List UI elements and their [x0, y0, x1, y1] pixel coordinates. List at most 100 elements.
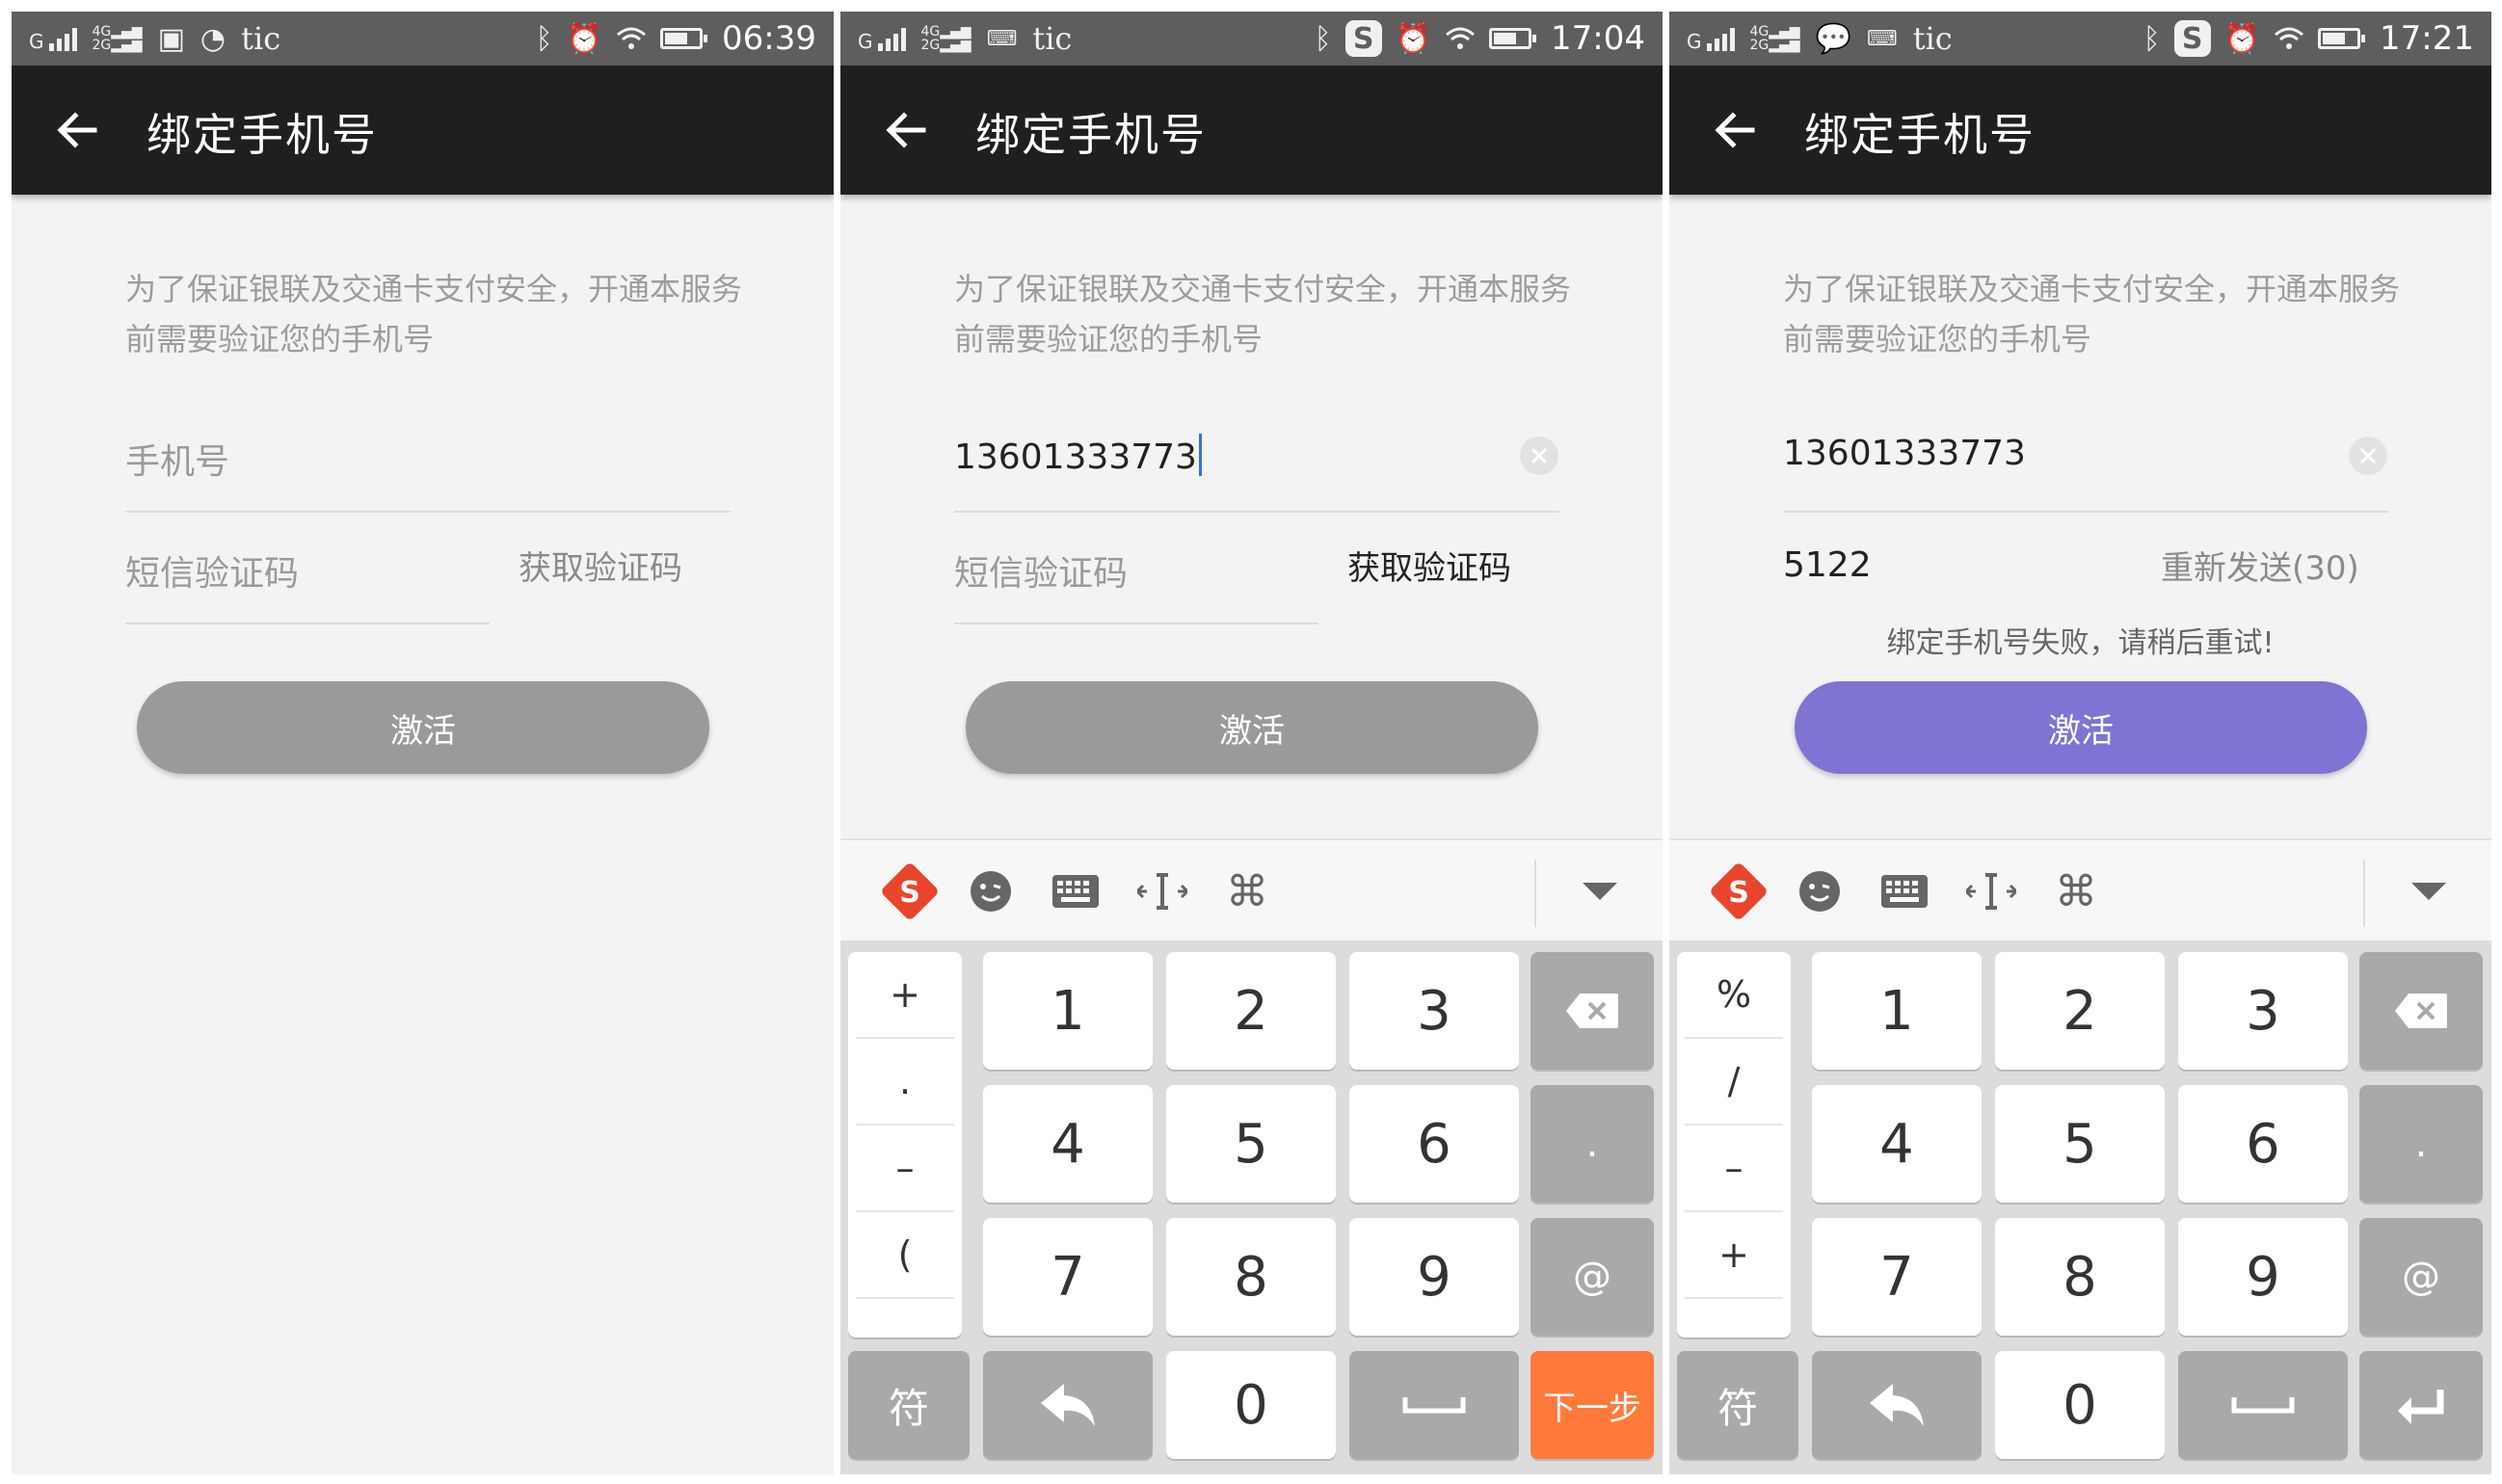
- signal-icon: G: [858, 26, 906, 51]
- back-arrow-icon[interactable]: [1710, 105, 1760, 155]
- clear-input-icon[interactable]: [2348, 436, 2388, 476]
- activate-button[interactable]: 激活: [137, 681, 709, 774]
- digit-key-2[interactable]: 2: [1166, 952, 1336, 1070]
- sms-code-input[interactable]: 5122: [1783, 522, 2147, 623]
- digit-key-3[interactable]: 3: [1349, 952, 1519, 1070]
- symbol-key[interactable]: %: [1685, 952, 1783, 1039]
- svg-text:S: S: [1728, 876, 1749, 910]
- dot-key[interactable]: .: [2359, 1085, 2483, 1203]
- sms-code-input[interactable]: 短信验证码: [125, 522, 490, 624]
- digit-key-7[interactable]: 7: [983, 1218, 1153, 1336]
- cursor-move-icon[interactable]: [1114, 840, 1211, 942]
- back-arrow-icon[interactable]: [881, 105, 931, 155]
- status-time: 06:39: [722, 19, 816, 58]
- digit-key-9[interactable]: 9: [1349, 1218, 1519, 1336]
- sms-code-input[interactable]: 短信验证码: [954, 522, 1318, 624]
- status-bar: G 4G▂▄▆ 2G▂▄▆ ▣ ◔ tic ᛒ ⏰ 06:39: [12, 12, 834, 66]
- space-icon: [2231, 1397, 2295, 1414]
- page-title: 绑定手机号: [146, 109, 378, 161]
- symbol-key[interactable]: /: [1685, 1039, 1783, 1126]
- symbol-key[interactable]: +: [856, 952, 954, 1039]
- backspace-key[interactable]: [1530, 952, 1654, 1070]
- emoji-icon[interactable]: [1771, 840, 1868, 942]
- resend-code-button[interactable]: 重新发送(30): [2161, 542, 2359, 589]
- symbols-key[interactable]: 符: [848, 1351, 970, 1459]
- image-notification-icon: ▣: [157, 21, 185, 56]
- app-bar: 绑定手机号: [12, 66, 834, 195]
- sogou-input-icon: S: [1344, 20, 1382, 57]
- command-icon[interactable]: ⌘: [2028, 840, 2124, 942]
- digit-key-3[interactable]: 3: [2178, 952, 2348, 1070]
- space-key[interactable]: [2178, 1351, 2348, 1459]
- sms-code-placeholder: 短信验证码: [954, 554, 1129, 594]
- space-key[interactable]: [1349, 1351, 1519, 1459]
- network-4g-2g-icon: 4G▂▄▆ 2G▂▄▆: [92, 24, 143, 53]
- cursor-move-icon[interactable]: [1943, 840, 2039, 942]
- digit-key-9[interactable]: 9: [2178, 1218, 2348, 1336]
- phone-value: 13601333773: [1783, 434, 2026, 473]
- return-key[interactable]: [983, 1351, 1153, 1459]
- return-key[interactable]: [1812, 1351, 1982, 1459]
- app-notification-label: tic: [1912, 20, 1953, 57]
- digit-key-1[interactable]: 1: [1812, 952, 1982, 1070]
- symbol-key[interactable]: (: [856, 1212, 954, 1299]
- activate-button[interactable]: 激活: [966, 681, 1538, 774]
- digit-key-7[interactable]: 7: [1812, 1218, 1982, 1336]
- dot-key[interactable]: .: [1530, 1085, 1654, 1203]
- app-bar: 绑定手机号: [1669, 66, 2491, 195]
- digit-key-1[interactable]: 1: [983, 952, 1153, 1070]
- symbol-key[interactable]: 、: [856, 1294, 954, 1338]
- digit-key-8[interactable]: 8: [1166, 1218, 1336, 1336]
- status-bar: G 4G▂▄▆ 2G▂▄▆ 💬 ⌨ tic ᛒ S ⏰ 17:21: [1669, 12, 2491, 66]
- phone-number-input[interactable]: 手机号: [125, 416, 731, 513]
- get-code-button[interactable]: 获取验证码: [519, 542, 682, 589]
- collapse-keyboard-icon[interactable]: [1552, 840, 1648, 942]
- intro-text: 为了保证银联及交通卡支付安全，开通本服务前需要验证您的手机号: [954, 271, 1572, 358]
- battery-icon: [660, 28, 708, 49]
- digit-key-6[interactable]: 6: [1349, 1085, 1519, 1203]
- enter-key[interactable]: [2359, 1351, 2483, 1459]
- symbols-key[interactable]: 符: [1677, 1351, 1798, 1459]
- digit-key-5[interactable]: 5: [1995, 1085, 2165, 1203]
- digit-key-2[interactable]: 2: [1995, 952, 2165, 1070]
- bluetooth-icon: ᛒ: [2143, 21, 2161, 56]
- page-title: 绑定手机号: [975, 109, 1207, 161]
- digit-key-6[interactable]: 6: [2178, 1085, 2348, 1203]
- sms-code-value: 5122: [1783, 545, 1872, 585]
- phone-number-input[interactable]: 13601333773: [954, 416, 1559, 513]
- collapse-keyboard-icon[interactable]: [2381, 840, 2477, 942]
- at-key[interactable]: @: [1530, 1218, 1654, 1336]
- activate-button[interactable]: 激活: [1795, 681, 2367, 774]
- symbol-key[interactable]: +: [1685, 1212, 1783, 1299]
- app-notification-label: tic: [241, 20, 281, 57]
- symbol-key[interactable]: –: [856, 1126, 954, 1212]
- keyboard-icon[interactable]: [1027, 840, 1124, 942]
- enter-icon: [2398, 1390, 2444, 1424]
- phone-screen-1: G 4G▂▄▆ 2G▂▄▆ ▣ ◔ tic ᛒ ⏰ 06:39 绑定手机号 为了保…: [12, 12, 834, 1474]
- back-arrow-icon[interactable]: [52, 105, 102, 155]
- next-step-key[interactable]: 下一步: [1530, 1351, 1654, 1459]
- digit-key-5[interactable]: 5: [1166, 1085, 1336, 1203]
- backspace-icon: [2395, 994, 2447, 1028]
- backspace-key[interactable]: [2359, 952, 2483, 1070]
- at-key[interactable]: @: [2359, 1218, 2483, 1336]
- emoji-icon[interactable]: [943, 840, 1039, 942]
- symbol-list[interactable]: % / – +: [1677, 952, 1791, 1338]
- clear-input-icon[interactable]: [1519, 436, 1559, 476]
- command-icon[interactable]: ⌘: [1199, 840, 1295, 942]
- digit-key-4[interactable]: 4: [983, 1085, 1153, 1203]
- digit-key-4[interactable]: 4: [1812, 1085, 1982, 1203]
- digit-key-0[interactable]: 0: [1166, 1351, 1336, 1459]
- get-code-button[interactable]: 获取验证码: [1347, 542, 1511, 589]
- error-message: 绑定手机号失败，请稍后重试!: [1886, 626, 2275, 660]
- keyboard-icon[interactable]: [1856, 840, 1953, 942]
- phone-number-input[interactable]: 13601333773: [1783, 416, 2388, 513]
- digit-key-8[interactable]: 8: [1995, 1218, 2165, 1336]
- svg-text:S: S: [899, 876, 920, 910]
- toolbar-divider: [1534, 860, 1536, 927]
- symbol-list[interactable]: + . – ( 、: [848, 952, 962, 1338]
- symbol-key[interactable]: .: [856, 1039, 954, 1126]
- keyboard-notification-icon: ⌨: [986, 26, 1018, 51]
- symbol-key[interactable]: –: [1685, 1126, 1783, 1212]
- digit-key-0[interactable]: 0: [1995, 1351, 2165, 1459]
